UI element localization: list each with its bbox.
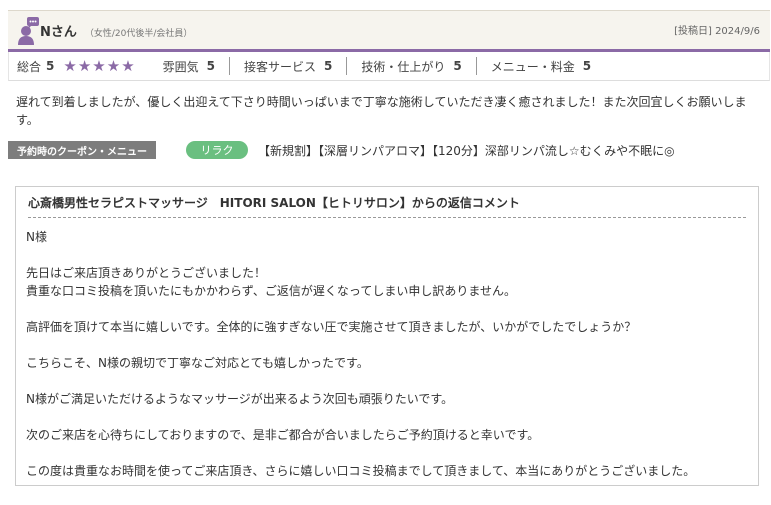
reply-line: 次のご来店を心待ちにしておりますので、是非ご都合が合いましたらご予約頂けると幸い… <box>26 428 540 442</box>
salon-reply: 心斎橋男性セラピストマッサージ HITORI SALON【ヒトリサロン】からの返… <box>15 186 759 486</box>
reply-line: N様がご満足いただけるようなマッサージが出来るよう次回も頑張りたいです。 <box>26 392 454 406</box>
review-text: 遅れて到着しましたが、優しく出迎えて下さり時間いっぱいまで丁寧な施術していただき… <box>16 95 747 127</box>
coupon-row: 予約時のクーポン・メニュー リラク 【新規割】【深層リンパアロマ】【120分】深… <box>8 140 768 160</box>
reply-spacer <box>26 336 758 354</box>
reply-spacer <box>26 246 758 264</box>
rating-value: 5 <box>324 59 333 73</box>
reply-line: 貴重な口コミ投稿を頂いたにもかかわらず、ご返信が遅くなってしまい申し訳ありません… <box>26 284 516 298</box>
reply-spacer <box>26 444 758 462</box>
rating-label: メニュー・料金 <box>490 59 575 74</box>
coupon-label: 予約時のクーポン・メニュー <box>8 141 156 159</box>
rating-value: 5 <box>206 59 216 73</box>
rating-stars: ★ ★ ★ ★ ★ <box>63 56 135 75</box>
star-icon: ★ <box>106 56 121 75</box>
coupon-text: 【新規割】【深層リンパアロマ】【120分】深部リンパ流し☆むくみや不眠に◎ <box>258 143 675 158</box>
total-rating: 総合 5 ★ ★ ★ ★ ★ <box>17 58 135 75</box>
ratings-bar: 総合 5 ★ ★ ★ ★ ★ 雰囲気 5 接客サービス 5 技術・仕上がり 5 メニュー… <box>8 52 770 81</box>
rating-label: 雰囲気 <box>162 59 199 74</box>
reviewer-name-text: Nさん <box>40 25 77 40</box>
star-icon: ★ <box>63 56 77 75</box>
star-icon: ★ <box>121 56 135 75</box>
rating-menu-price: メニュー・料金 5 <box>475 57 605 75</box>
reviewer-meta: （女性/20代後半/会社員） <box>84 29 193 39</box>
rating-service: 接客サービス 5 <box>229 57 346 75</box>
reply-line: 先日はご来店頂きありがとうございました！ <box>26 266 267 280</box>
rating-label: 技術・仕上がり <box>361 59 446 74</box>
total-rating-label: 総合 <box>17 59 42 74</box>
coupon-category-tag: リラク <box>186 141 248 159</box>
reply-spacer <box>26 372 758 390</box>
star-icon: ★ <box>92 56 106 75</box>
rating-atmosphere: 雰囲気 5 <box>149 57 229 75</box>
reply-spacer <box>26 300 758 318</box>
rating-value: 5 <box>453 59 462 73</box>
rating-label: 接客サービス <box>244 59 317 74</box>
total-rating-value: 5 <box>46 59 55 73</box>
posted-date: [投稿日] 2024/9/6 <box>674 26 760 37</box>
reply-body: N様先日はご来店頂きありがとうございました！ 貴重な口コミ投稿を頂いたにもかかわら… <box>26 228 758 480</box>
review-card: Nさん （女性/20代後半/会社員） [投稿日] 2024/9/6 総合 5 ★ ★… <box>8 10 770 129</box>
star-icon: ★ <box>77 56 92 75</box>
user-avatar-icon <box>18 17 40 45</box>
reviewer-name: Nさん （女性/20代後半/会社員） <box>40 21 192 40</box>
reply-line: N様 <box>26 230 47 244</box>
rating-value: 5 <box>582 59 592 73</box>
review-header: Nさん （女性/20代後半/会社員） [投稿日] 2024/9/6 <box>8 10 770 52</box>
reply-title: 心斎橋男性セラピストマッサージ HITORI SALON【ヒトリサロン】からの返… <box>28 194 746 218</box>
reply-line: こちらこそ、N様の親切で丁寧なご対応とても嬉しかったです。 <box>26 356 369 370</box>
reply-spacer <box>26 408 758 426</box>
reply-line: 高評価を頂けて本当に嬉しいです。全体的に強すぎない圧で実施させて頂きましたが、い… <box>26 320 637 334</box>
rating-technique: 技術・仕上がり 5 <box>346 57 475 75</box>
reply-line: この度は貴重なお時間を使ってご来店頂き、さらに嬉しい口コミ投稿までして頂きまして… <box>26 464 696 478</box>
